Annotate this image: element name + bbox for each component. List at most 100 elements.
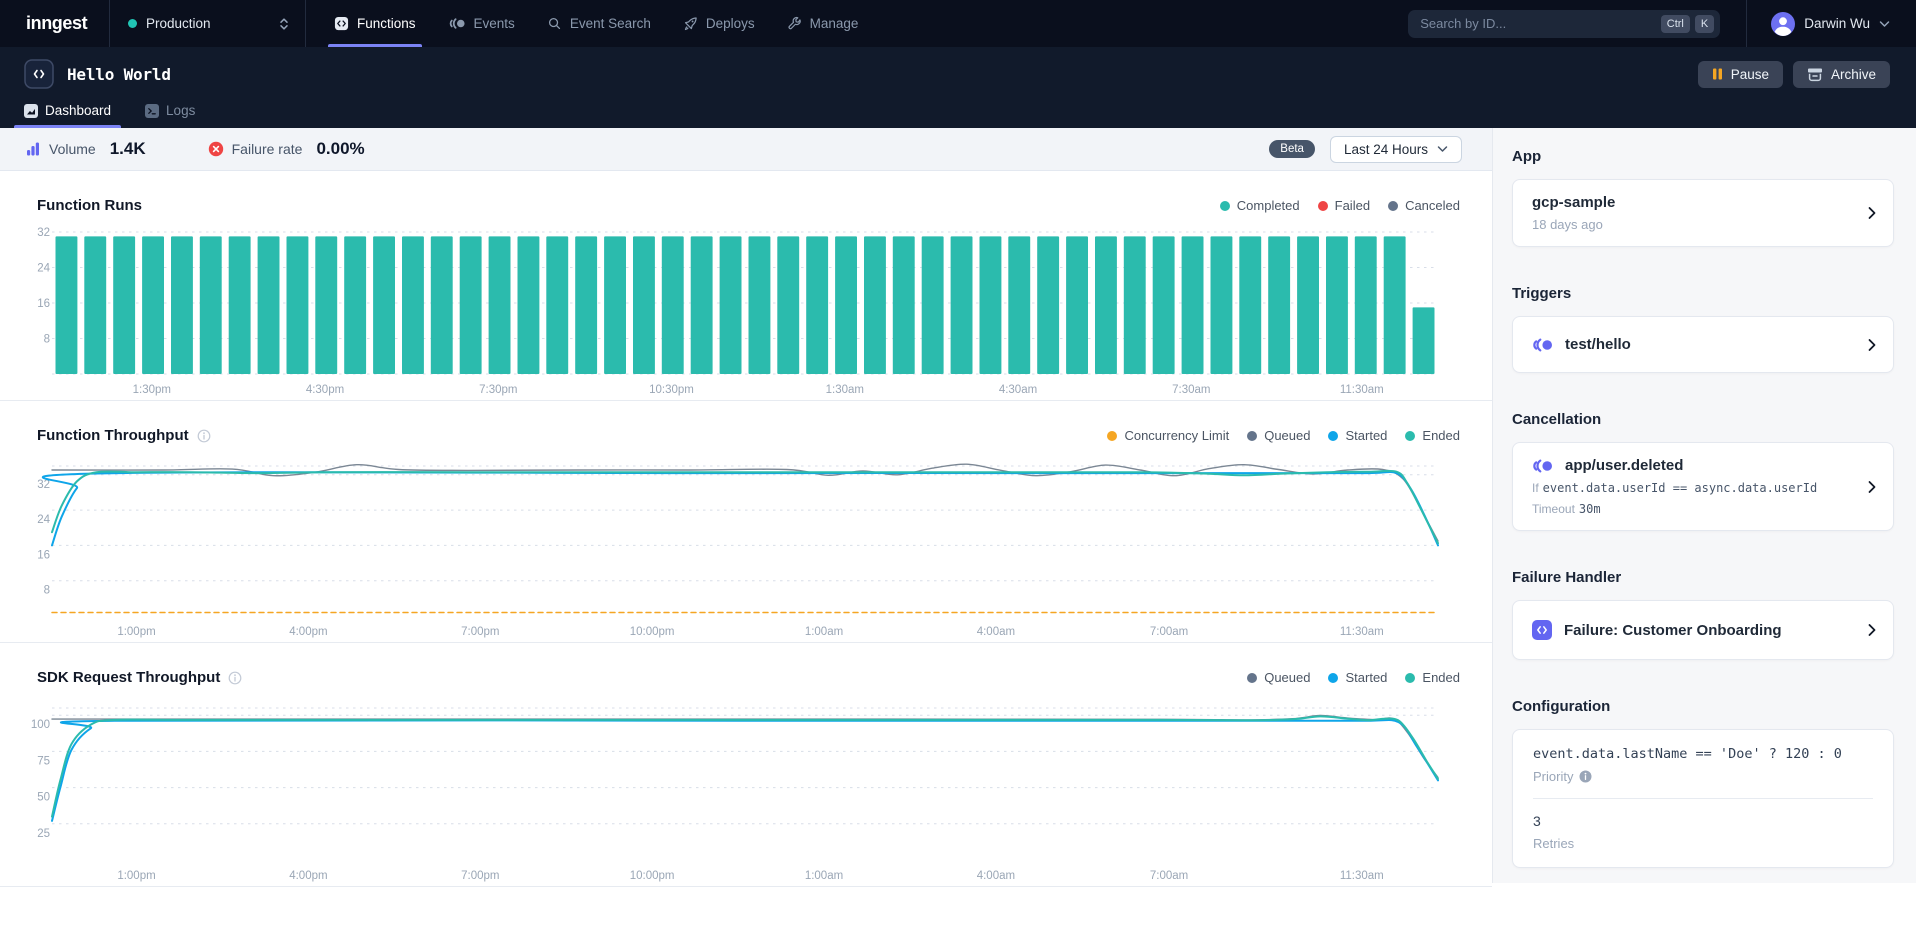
svg-text:10:30pm: 10:30pm — [649, 384, 694, 396]
retries-label: Retries — [1533, 836, 1873, 851]
app-card[interactable]: gcp-sample 18 days ago — [1512, 179, 1894, 247]
legend-item: Queued — [1247, 670, 1310, 685]
sdk-request-throughput-chart[interactable]: 2550751001:00pm4:00pm7:00pm10:00pm1:00am… — [14, 700, 1448, 886]
failure-icon — [208, 141, 224, 157]
svg-text:8: 8 — [44, 585, 50, 597]
nav-tab-manage[interactable]: Manage — [771, 0, 875, 47]
legend-item: Started — [1328, 670, 1387, 685]
chart-legend: CompletedFailedCanceled — [1220, 198, 1460, 213]
svg-text:1:00pm: 1:00pm — [117, 870, 155, 882]
function-code-icon — [1532, 620, 1552, 640]
legend-item: Concurrency Limit — [1107, 428, 1229, 443]
trigger-card[interactable]: test/hello — [1512, 316, 1894, 373]
chart-legend: Concurrency LimitQueuedStartedEnded — [1107, 428, 1460, 443]
svg-text:7:00am: 7:00am — [1150, 870, 1188, 882]
dashboard-main: Volume 1.4K Failure rate 0.00% Beta Last… — [0, 128, 1492, 883]
app-section: App gcp-sample 18 days ago — [1512, 148, 1894, 247]
svg-text:7:30pm: 7:30pm — [479, 384, 517, 396]
time-range-value: Last 24 Hours — [1344, 142, 1428, 157]
nav-tab-label: Event Search — [570, 16, 651, 31]
cancellation-event-name: app/user.deleted — [1565, 457, 1683, 474]
nav-tab-events[interactable]: Events — [432, 0, 531, 47]
volume-value: 1.4K — [110, 139, 146, 159]
nav-tab-label: Deploys — [706, 16, 755, 31]
search-placeholder: Search by ID... — [1420, 16, 1656, 31]
nav-tab-label: Events — [474, 16, 515, 31]
page-title: Hello World — [67, 65, 171, 84]
legend-dot — [1107, 431, 1117, 441]
function-runs-chart[interactable]: 81624321:30pm4:30pm7:30pm10:30pm1:30am4:… — [14, 224, 1448, 400]
svg-text:11:30am: 11:30am — [1340, 384, 1384, 396]
cancellation-card[interactable]: app/user.deleted Ifevent.data.userId == … — [1512, 442, 1894, 531]
app-name: gcp-sample — [1532, 194, 1853, 211]
svg-text:7:00am: 7:00am — [1150, 626, 1188, 638]
legend-dot — [1328, 431, 1338, 441]
wrench-icon — [787, 16, 802, 31]
updown-chevron-icon — [277, 16, 291, 32]
user-menu[interactable]: Darwin Wu — [1746, 0, 1916, 47]
search-input[interactable]: Search by ID... Ctrl K — [1408, 10, 1720, 38]
legend-item: Started — [1328, 428, 1387, 443]
time-range-dropdown[interactable]: Last 24 Hours — [1330, 136, 1462, 163]
ctrl-key-badge: Ctrl — [1661, 15, 1690, 33]
archive-label: Archive — [1831, 67, 1876, 82]
svg-text:75: 75 — [37, 755, 50, 767]
function-throughput-chart[interactable]: 81624321:00pm4:00pm7:00pm10:00pm1:00am4:… — [14, 458, 1448, 642]
cancellation-section: Cancellation app/user.deleted Ifevent.da… — [1512, 411, 1894, 531]
svg-text:24: 24 — [37, 514, 50, 526]
chart-svg: 81624321:00pm4:00pm7:00pm10:00pm1:00am4:… — [14, 458, 1448, 642]
beta-badge: Beta — [1269, 140, 1315, 158]
rocket-icon — [683, 16, 698, 31]
info-icon[interactable] — [228, 671, 242, 685]
nav-tab-functions[interactable]: Functions — [318, 0, 432, 47]
svg-text:4:00am: 4:00am — [977, 870, 1015, 882]
svg-text:100: 100 — [31, 719, 50, 731]
inngest-logo[interactable]: inngest — [0, 0, 110, 47]
tab-logs[interactable]: Logs — [135, 95, 205, 128]
legend-dot — [1318, 201, 1328, 211]
tab-dashboard[interactable]: Dashboard — [14, 95, 121, 128]
svg-text:16: 16 — [37, 549, 50, 561]
svg-text:11:30am: 11:30am — [1340, 626, 1384, 638]
nav-tab-deploys[interactable]: Deploys — [667, 0, 771, 47]
failure-rate-label: Failure rate — [232, 141, 303, 157]
environment-status-dot — [128, 19, 137, 28]
failure-handler-card[interactable]: Failure: Customer Onboarding — [1512, 600, 1894, 660]
dashboard-icon — [24, 104, 38, 118]
nav-tab-label: Functions — [357, 16, 416, 31]
legend-dot — [1405, 673, 1415, 683]
nav-tab-event-search[interactable]: Event Search — [531, 0, 667, 47]
info-icon[interactable] — [197, 429, 211, 443]
info-filled-icon[interactable] — [1579, 770, 1592, 783]
cancellation-if-row: Ifevent.data.userId == async.data.userId — [1532, 481, 1853, 495]
primary-nav-tabs: Functions Events Event Search Deploys Ma… — [318, 0, 874, 47]
chevron-right-icon — [1868, 338, 1876, 351]
svg-text:1:00am: 1:00am — [805, 870, 843, 882]
pause-button[interactable]: Pause — [1698, 61, 1783, 88]
top-nav: inngest Production Functions Events Even… — [0, 0, 1916, 47]
avatar — [1771, 12, 1795, 36]
chart-title: Function Throughput — [37, 427, 189, 444]
function-badge-icon — [24, 59, 54, 89]
pause-icon — [1712, 68, 1723, 80]
environment-switcher[interactable]: Production — [110, 0, 306, 47]
svg-text:1:00am: 1:00am — [805, 626, 843, 638]
tab-label: Dashboard — [45, 103, 111, 118]
if-expression: event.data.userId == async.data.userId — [1543, 481, 1818, 495]
chevron-down-icon — [1879, 20, 1890, 28]
triggers-section: Triggers test/hello — [1512, 285, 1894, 373]
svg-text:50: 50 — [37, 792, 50, 804]
priority-label: Priority — [1533, 769, 1573, 784]
events-icon — [448, 16, 466, 31]
timeout-label: Timeout — [1532, 502, 1575, 516]
chevron-right-icon — [1868, 624, 1876, 637]
svg-text:4:30pm: 4:30pm — [306, 384, 344, 396]
volume-label: Volume — [49, 141, 96, 157]
divider — [1533, 798, 1873, 799]
failure-handler-name: Failure: Customer Onboarding — [1564, 622, 1782, 639]
archive-button[interactable]: Archive — [1793, 61, 1890, 88]
legend-item: Failed — [1318, 198, 1370, 213]
app-updated: 18 days ago — [1532, 217, 1853, 232]
svg-text:11:30am: 11:30am — [1340, 870, 1384, 882]
details-sidebar: App gcp-sample 18 days ago Triggers test… — [1492, 128, 1916, 883]
